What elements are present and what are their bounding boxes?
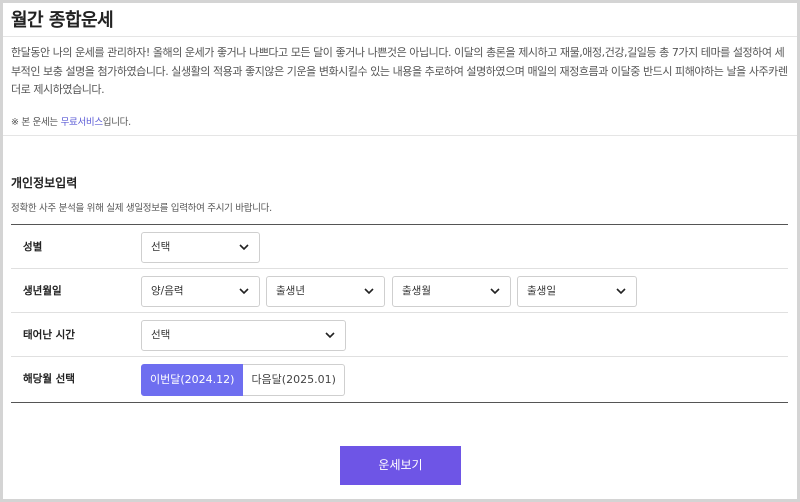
gender-row: 성별 선택 bbox=[11, 225, 788, 269]
birth-year-select[interactable]: 출생년 bbox=[266, 276, 385, 307]
section-description: 정확한 사주 분석을 위해 실제 생일정보를 입력하여 주시기 바랍니다. bbox=[11, 203, 272, 214]
birth-time-row: 태어난 시간 선택 bbox=[11, 313, 788, 357]
birthdate-row: 생년월일 양/음력 출생년 출생월 출생일 bbox=[11, 269, 788, 313]
chevron-down-icon bbox=[364, 288, 374, 295]
birth-day-select[interactable]: 출생일 bbox=[517, 276, 637, 307]
birth-month-value: 출생월 bbox=[402, 285, 431, 297]
section-title: 개인정보입력 bbox=[11, 176, 78, 190]
view-fortune-button[interactable]: 운세보기 bbox=[340, 446, 461, 485]
calendar-type-select[interactable]: 양/음력 bbox=[141, 276, 260, 307]
free-service-notice: ※ 본 운세는 무료서비스입니다. bbox=[11, 114, 131, 128]
gender-select-value: 선택 bbox=[151, 241, 171, 253]
birth-time-select[interactable]: 선택 bbox=[141, 320, 346, 351]
birth-month-select[interactable]: 출생월 bbox=[392, 276, 511, 307]
chevron-down-icon bbox=[490, 288, 500, 295]
birth-time-value: 선택 bbox=[151, 329, 171, 341]
chevron-down-icon bbox=[239, 244, 249, 251]
target-month-row: 해당월 선택 이번달(2024.12) 다음달(2025.01) bbox=[11, 357, 788, 402]
birth-day-value: 출생일 bbox=[527, 285, 556, 297]
chevron-down-icon bbox=[325, 332, 335, 339]
month-toggle-group: 이번달(2024.12) 다음달(2025.01) bbox=[141, 364, 345, 396]
this-month-button[interactable]: 이번달(2024.12) bbox=[141, 364, 244, 396]
gender-select[interactable]: 선택 bbox=[141, 232, 260, 263]
target-month-label: 해당월 선택 bbox=[23, 373, 75, 385]
birth-year-value: 출생년 bbox=[276, 285, 305, 297]
notice-free-text: 무료서비스 bbox=[60, 117, 104, 128]
personal-info-form: 성별 선택 생년월일 양/음력 출생년 출생월 출생일 태어난 시간 선택 해당… bbox=[11, 224, 788, 403]
page-title: 월간 종합운세 bbox=[11, 10, 114, 31]
gender-label: 성별 bbox=[23, 241, 43, 253]
chevron-down-icon bbox=[616, 288, 626, 295]
next-month-button[interactable]: 다음달(2025.01) bbox=[243, 364, 345, 396]
notice-suffix: 입니다. bbox=[102, 117, 131, 128]
birthdate-label: 생년월일 bbox=[23, 285, 62, 297]
chevron-down-icon bbox=[239, 288, 249, 295]
calendar-type-value: 양/음력 bbox=[151, 285, 184, 297]
birth-time-label: 태어난 시간 bbox=[23, 329, 75, 341]
notice-prefix: ※ 본 운세는 bbox=[11, 117, 61, 128]
intro-text: 한달동안 나의 운세를 관리하자! 올해의 운세가 좋거나 나쁘다고 모든 달이… bbox=[11, 46, 788, 96]
